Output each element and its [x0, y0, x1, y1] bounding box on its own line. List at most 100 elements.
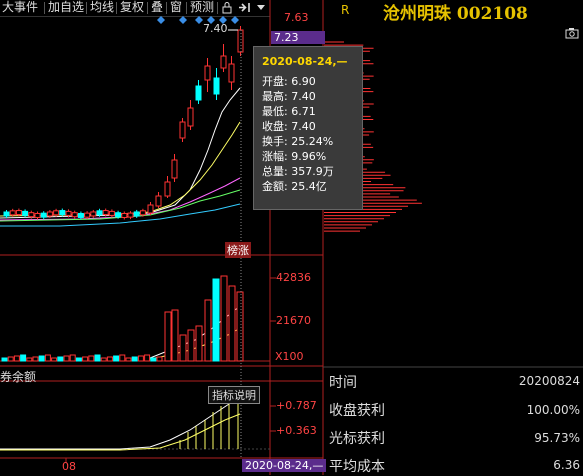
limit-up-badge[interactable]: 榜涨 [225, 242, 251, 258]
tooltip-close: 收盘: 7.40 [262, 120, 316, 133]
candle-body [195, 85, 202, 101]
candle-body [3, 211, 10, 217]
volume-bar [150, 357, 157, 362]
info-avg-cost-label: 平均成本 [329, 459, 385, 475]
peak-price-label: 7.40 [203, 22, 228, 35]
candle-body [46, 211, 53, 217]
candles-group [3, 26, 244, 220]
candle-body [102, 210, 109, 216]
volume-top-label: 42836 [276, 271, 311, 284]
candle-body [84, 212, 91, 218]
candle-body [65, 210, 72, 216]
volume-bar [137, 355, 144, 362]
tooltip-open: 开盘: 6.90 [262, 75, 316, 88]
volume-bar [220, 275, 228, 362]
candle-body [213, 77, 220, 95]
indicator-mid-label: +0.363 [276, 424, 317, 437]
candle-body [139, 210, 146, 216]
event-diamond-icon[interactable] [231, 16, 239, 24]
volume-bar [75, 357, 82, 362]
volume-bars-group [1, 275, 244, 362]
volume-bar [156, 356, 163, 362]
volume-bar [106, 356, 113, 362]
candle-body [28, 212, 35, 218]
volume-bar [26, 357, 33, 362]
tooltip-date: 2020-08-24,— [262, 55, 348, 68]
candle-body [77, 212, 84, 218]
info-avg-cost-value: 6.36 [553, 458, 580, 472]
indicator-line-2 [0, 413, 241, 451]
volume-bar [171, 309, 179, 362]
margin-balance-label: 券余额 [0, 370, 37, 384]
volume-bar [204, 299, 212, 362]
info-time-value: 20200824 [518, 374, 580, 388]
indicator-help-button[interactable]: 指标说明 [208, 386, 260, 404]
candle-body [53, 210, 60, 216]
volume-bar [125, 357, 132, 362]
candle-body [228, 63, 235, 83]
event-diamond-icon[interactable] [179, 16, 187, 24]
volume-bar [1, 357, 8, 362]
volume-unit-label: X100 [275, 350, 304, 363]
info-cursor-profit-value: 95.73% [534, 431, 580, 445]
candle-body [187, 107, 194, 127]
info-close-profit-value: 100.00% [526, 403, 580, 417]
candle-body [34, 212, 41, 218]
tooltip-turnover: 换手: 25.24% [262, 135, 334, 148]
volume-bar [88, 355, 95, 362]
volume-bar [82, 356, 89, 362]
volume-bar [20, 354, 27, 362]
indicator-bars-group [179, 400, 239, 449]
indicator-top-label: +0.787 [276, 399, 317, 412]
candle-body [108, 210, 115, 216]
volume-bar [13, 355, 20, 362]
volume-bar [144, 354, 151, 362]
candle-body [147, 204, 154, 214]
info-close-profit-label: 收盘获利 [329, 403, 385, 419]
x-axis-date-box: 2020-08-24,— [242, 459, 327, 472]
candle-body [133, 211, 140, 217]
candle-body [204, 65, 211, 81]
event-diamond-icon[interactable] [195, 16, 203, 24]
candle-body [15, 210, 22, 216]
price-top-label: 7.63 [284, 11, 309, 24]
tooltip-high: 最高: 7.40 [262, 90, 316, 103]
candle-body [59, 210, 66, 216]
volume-bar [113, 355, 120, 362]
volume-bar [57, 356, 64, 362]
candle-tooltip: 2020-08-24,— 开盘: 6.90 最高: 7.40 最低: 6.71 … [253, 46, 363, 210]
volume-bar [44, 354, 51, 362]
candle-body [90, 211, 97, 217]
volume-bar [63, 355, 70, 362]
current-price-box: 7.23 [271, 31, 325, 44]
volume-mid-label: 21670 [276, 314, 311, 327]
volume-bar [187, 329, 195, 362]
candle-body [71, 212, 78, 218]
candle-body [115, 212, 122, 218]
volume-bar [236, 291, 244, 362]
volume-bar [164, 311, 172, 362]
candle-body [179, 121, 186, 139]
info-time-label: 时间 [329, 375, 357, 391]
volume-bar [38, 355, 45, 362]
tooltip-low: 最低: 6.71 [262, 105, 316, 118]
volume-bar [32, 356, 39, 362]
volume-bar [100, 357, 107, 362]
volume-bar [131, 356, 138, 362]
volume-bar [228, 285, 236, 362]
candle-body [22, 210, 29, 216]
volume-bar [212, 278, 220, 362]
ma5-line [0, 87, 241, 219]
candle-body [127, 212, 134, 218]
tooltip-volume: 总量: 357.9万 [262, 165, 334, 178]
event-diamond-icon[interactable] [157, 16, 165, 24]
candle-body [171, 159, 178, 179]
candle-body [155, 195, 162, 207]
indicator-line-1 [0, 397, 241, 450]
tooltip-change: 涨幅: 9.96% [262, 150, 327, 163]
volume-bar [94, 354, 101, 362]
volume-bar [51, 357, 58, 362]
candle-body [220, 55, 227, 69]
candle-body [40, 212, 47, 218]
candle-body [164, 181, 171, 197]
